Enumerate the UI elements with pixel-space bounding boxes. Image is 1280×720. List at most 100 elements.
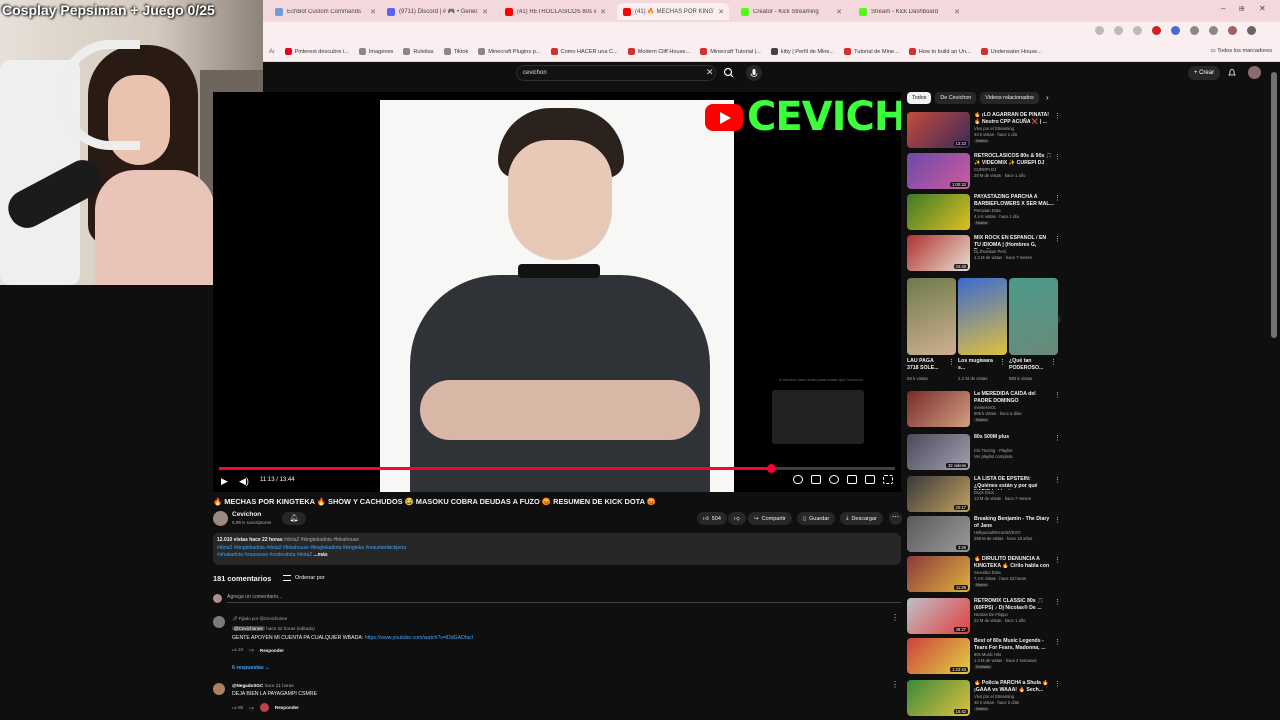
- recommended-video[interactable]: 11:26 🔥 DIRULITO DENUNCIA A KINGTEKA 🔥 Ci…: [907, 556, 1062, 594]
- apps-icon[interactable]: Aı: [269, 49, 275, 55]
- star-icon[interactable]: [1133, 26, 1142, 35]
- video-title[interactable]: PAYASTAZING PARCHA A BARBIEFLOWERS X SER…: [974, 194, 1054, 207]
- share-button[interactable]: ↪ Compartir: [748, 512, 792, 525]
- channel-name[interactable]: mentesrv01: [974, 405, 996, 410]
- channel-name[interactable]: HollywoodRecordsVEVO: [974, 530, 1021, 535]
- filter-chip[interactable]: Todos: [907, 92, 932, 104]
- cast-icon[interactable]: [1114, 26, 1123, 35]
- filter-chip[interactable]: De Cevichon: [935, 92, 977, 104]
- video-title[interactable]: 80s 500M plus: [974, 434, 1054, 441]
- settings-gear-icon[interactable]: [829, 475, 839, 484]
- browser-tab[interactable]: (41) RETROCLASICOS 80s & 90s ✕: [499, 3, 611, 20]
- video-thumbnail[interactable]: 15:42: [907, 680, 970, 716]
- comment-menu-icon[interactable]: ⋮: [891, 613, 899, 622]
- fullscreen-icon[interactable]: [883, 475, 893, 484]
- search-icon[interactable]: [720, 65, 738, 81]
- channel-name[interactable]: Vivo por el Streaming: [974, 126, 1014, 131]
- video-thumbnail[interactable]: 32 videos: [907, 434, 970, 470]
- filter-chip[interactable]: Videos relacionados: [980, 92, 1039, 104]
- miniplayer-icon[interactable]: [847, 475, 857, 484]
- bookmark-item[interactable]: Underwater House...: [980, 48, 1042, 55]
- short-thumbnail[interactable]: [958, 278, 1007, 355]
- close-tab-icon[interactable]: ✕: [370, 8, 376, 16]
- more-menu-icon[interactable]: ⋮: [1054, 638, 1061, 646]
- comment-avatar[interactable]: [213, 616, 225, 628]
- clear-search-icon[interactable]: ✕: [706, 67, 714, 78]
- bookmark-item[interactable]: Tiktok: [443, 48, 468, 55]
- more-menu-icon[interactable]: ⋮: [1054, 556, 1061, 564]
- comment-link[interactable]: https://www.youtube.com/watch?v=lDdGADfa…: [365, 635, 474, 641]
- video-title[interactable]: 🔥 Policía PARCH4 a Shula 🔥 ¡GAAA vs WAAA…: [974, 680, 1054, 693]
- recommended-video[interactable]: PAYASTAZING PARCHA A BARBIEFLOWERS X SER…: [907, 194, 1062, 232]
- more-menu-icon[interactable]: ⋮: [1054, 235, 1061, 243]
- recommended-video[interactable]: 49:27 RETROMIX CLASSIC 80s 🎵 (60FPS) ♪ Dj…: [907, 598, 1062, 636]
- close-tab-icon[interactable]: ✕: [482, 8, 488, 16]
- reply-button[interactable]: Responder: [260, 648, 284, 653]
- download-button[interactable]: ⤓ Descargar: [840, 512, 883, 525]
- extension-icon[interactable]: [1171, 26, 1180, 35]
- video-thumbnail[interactable]: [907, 194, 970, 230]
- notifications-bell-icon[interactable]: [1228, 68, 1236, 77]
- close-tab-icon[interactable]: ✕: [836, 8, 842, 16]
- like-comment-button[interactable]: 👍︎ 80: [232, 705, 243, 711]
- channel-name[interactable]: Chi Trương · Playlist: [974, 448, 1012, 453]
- menu-icon[interactable]: [1247, 26, 1256, 35]
- more-menu-icon[interactable]: ⋮: [1054, 476, 1061, 484]
- chevron-right-icon[interactable]: ›: [1046, 93, 1049, 102]
- opera-extension-icon[interactable]: [1152, 26, 1161, 35]
- video-thumbnail[interactable]: 1:23:43: [907, 638, 970, 674]
- channel-name[interactable]: Cevichon: [232, 511, 261, 518]
- video-title[interactable]: RETROMIX CLASSIC 80s 🎵 (60FPS) ♪ Dj Nico…: [974, 598, 1054, 611]
- short-thumbnail[interactable]: [907, 278, 956, 355]
- video-thumbnail[interactable]: 13:23: [907, 112, 970, 148]
- bookmark-item[interactable]: How to build an Un...: [908, 48, 971, 55]
- like-comment-button[interactable]: 👍︎ 24: [232, 647, 243, 653]
- channel-name[interactable]: Vivo por el Streaming: [974, 694, 1014, 699]
- short-title[interactable]: LAU PAGA 3718 SOLE...: [907, 358, 945, 371]
- recommended-video[interactable]: 3:26 Breaking Benjamin - The Diary of Jan…: [907, 516, 1062, 554]
- scrollbar-thumb[interactable]: [1271, 72, 1277, 338]
- video-title[interactable]: RETROCLASICOS 80s & 90s 🎵 ✨ VIDEOMIX ✨ C…: [974, 153, 1054, 166]
- short-title[interactable]: ¿Qué tan PODEROSO...: [1009, 358, 1047, 371]
- like-button[interactable]: 👍︎ 504: [697, 512, 727, 525]
- channel-name[interactable]: Nicolas De Filippo: [974, 612, 1008, 617]
- channel-avatar[interactable]: [213, 511, 228, 526]
- bookmark-item[interactable]: Pinterest descubre i...: [284, 48, 349, 55]
- channel-name[interactable]: Dj Jhonatan Perú: [974, 249, 1006, 254]
- video-thumbnail[interactable]: 1:00:33: [907, 153, 970, 189]
- bookmark-item[interactable]: Como HACER una C...: [550, 48, 618, 55]
- minimize-button[interactable]: –: [1221, 4, 1225, 13]
- dislike-comment-button[interactable]: 👎︎: [249, 647, 254, 653]
- create-button[interactable]: + Crear: [1188, 66, 1220, 80]
- short-title[interactable]: Los mugiwara s...: [958, 358, 996, 371]
- bookmark-item[interactable]: Minecraft Tutorial |...: [700, 48, 761, 55]
- reply-button[interactable]: Responder: [275, 705, 299, 710]
- end-screen-card[interactable]: [772, 390, 864, 444]
- scrubber-handle[interactable]: [767, 464, 777, 473]
- video-player[interactable]: CEVICHON 5 minutos hace antes para edita…: [213, 92, 901, 492]
- description-box[interactable]: 12.010 vistas hace 22 horas #dota2 #king…: [213, 533, 901, 565]
- video-title[interactable]: La MEREDIDA CAÍDA del PADRE DOMINGO: [974, 391, 1054, 404]
- comment-author[interactable]: @NegadoSGC: [232, 683, 263, 688]
- extensions-puzzle-icon[interactable]: [1190, 26, 1199, 35]
- more-menu-icon[interactable]: ⋮: [1054, 598, 1061, 606]
- more-actions-button[interactable]: ⋯: [889, 512, 902, 525]
- browser-tab[interactable]: (9711) Discord | # 🎮 • Generz ✕: [381, 3, 493, 20]
- dislike-comment-button[interactable]: 👎︎: [249, 705, 254, 711]
- more-menu-icon[interactable]: ⋮: [1054, 153, 1061, 161]
- video-title[interactable]: 🔥 ¡LO AGARRAN DE PIÑATA! 🔥 Neutro CPP AC…: [974, 112, 1054, 125]
- more-menu-icon[interactable]: ⋮: [1054, 112, 1061, 120]
- video-thumbnail[interactable]: 3:26: [907, 516, 970, 552]
- more-menu-icon[interactable]: ⋮: [999, 358, 1006, 366]
- sort-comments-button[interactable]: Ordenar por: [283, 575, 325, 581]
- video-thumbnail[interactable]: [907, 391, 970, 427]
- save-button[interactable]: ▯ Guardar: [797, 512, 836, 525]
- progress-bar[interactable]: [219, 464, 895, 473]
- recommended-video[interactable]: 13:23 🔥 ¡LO AGARRAN DE PIÑATA! 🔥 Neutro C…: [907, 112, 1062, 150]
- search-icon[interactable]: [1095, 26, 1104, 35]
- autoplay-toggle[interactable]: [793, 475, 803, 484]
- browser-tab[interactable]: (41) 🔥 MECHAS POR KINGTEK ✕: [617, 3, 729, 20]
- recommended-video[interactable]: 34:48 MIX ROCK EN ESPAÑOL / EN TU IDIOMA …: [907, 235, 1062, 273]
- comment-avatar[interactable]: [213, 683, 225, 695]
- recommended-video[interactable]: 1:23:43 Best of 80s Music Legends - Tears…: [907, 638, 1062, 676]
